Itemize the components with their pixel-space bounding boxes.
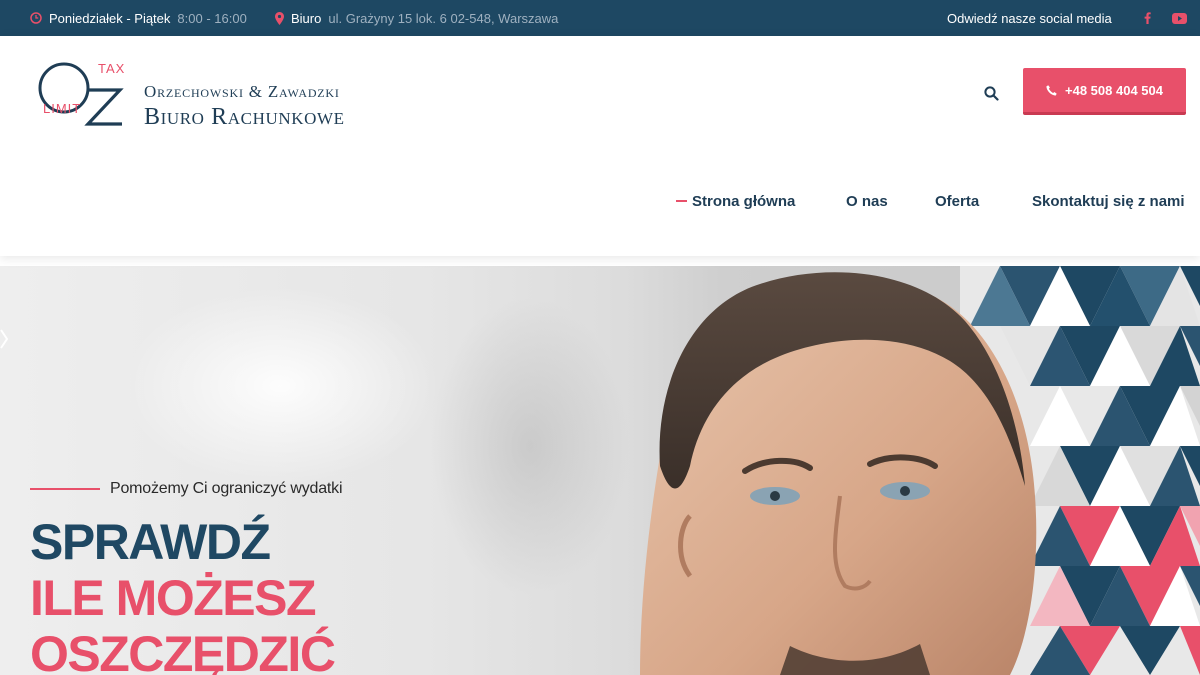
phone-number: +48 508 404 504 bbox=[1065, 82, 1163, 98]
hero-eyebrow-text: Pomożemy Ci ograniczyć wydatki bbox=[110, 480, 343, 497]
hero-headline-line-2: ILE MOŻESZ bbox=[30, 570, 317, 626]
search-button[interactable] bbox=[980, 82, 1002, 104]
slider-prev-arrow[interactable] bbox=[0, 326, 12, 352]
office-label: Biuro bbox=[291, 10, 322, 26]
hours-value: 8:00 - 16:00 bbox=[177, 10, 247, 26]
opening-hours: Poniedziałek - Piątek 8:00 - 16:00 bbox=[30, 0, 247, 36]
nav-item-home-label: Strona główna bbox=[692, 192, 796, 210]
office-address: Biuro ul. Grażyny 15 lok. 6 02-548, Wars… bbox=[275, 0, 558, 36]
map-pin-icon bbox=[275, 11, 284, 25]
top-bar: Poniedziałek - Piątek 8:00 - 16:00 Biuro… bbox=[0, 0, 1200, 36]
nav-item-home[interactable]: Strona główna bbox=[676, 190, 795, 212]
hours-label: Poniedziałek - Piątek bbox=[49, 10, 171, 26]
logo-mark-bottom: LIMIT bbox=[43, 101, 81, 116]
youtube-icon[interactable] bbox=[1170, 0, 1188, 36]
nav-item-contact-label: Skontaktuj się z nami bbox=[1032, 192, 1185, 210]
logo-company-name: Orzechowski & Zawadzki bbox=[144, 82, 340, 101]
nav-item-offer-label: Oferta bbox=[935, 192, 980, 210]
social-media-label: Odwiedź nasze social media bbox=[947, 10, 1112, 26]
nav-item-about-label: O nas bbox=[846, 192, 888, 210]
hero-headline: SPRAWDŹ ILE MOŻESZ OSZCZĘDZIĆ bbox=[30, 514, 336, 675]
nav-item-contact[interactable]: Skontaktuj się z nami bbox=[1032, 190, 1185, 212]
phone-icon bbox=[1046, 84, 1057, 96]
chevron-left-icon bbox=[0, 329, 9, 349]
logo-mark-icon: TAX LIMIT bbox=[38, 61, 125, 126]
logo-mark-top: TAX bbox=[98, 61, 125, 76]
nav-item-about[interactable]: O nas bbox=[846, 190, 888, 212]
facebook-icon[interactable] bbox=[1140, 0, 1154, 36]
phone-button[interactable]: +48 508 404 504 bbox=[1023, 68, 1186, 115]
hero-headline-line-1: SPRAWDŹ bbox=[30, 514, 271, 570]
eyebrow-line bbox=[30, 488, 100, 490]
man-portrait bbox=[640, 272, 1037, 675]
office-address-text: ul. Grażyny 15 lok. 6 02-548, Warszawa bbox=[328, 10, 559, 26]
clock-icon bbox=[30, 12, 42, 24]
logo-company-type: Biuro Rachunkowe bbox=[144, 104, 345, 130]
nav-item-offer[interactable]: Oferta bbox=[935, 190, 979, 212]
hero-headline-line-3: OSZCZĘDZIĆ bbox=[30, 626, 336, 675]
search-icon bbox=[983, 85, 999, 101]
hero-slider: Pomożemy Ci ograniczyć wydatki SPRAWDŹ I… bbox=[0, 266, 1200, 675]
site-header: TAX LIMIT Orzechowski & Zawadzki Biuro R… bbox=[0, 36, 1200, 256]
logo[interactable]: TAX LIMIT Orzechowski & Zawadzki Biuro R… bbox=[30, 50, 400, 136]
active-nav-indicator bbox=[676, 200, 687, 202]
hero-eyebrow: Pomożemy Ci ograniczyć wydatki bbox=[30, 480, 343, 498]
